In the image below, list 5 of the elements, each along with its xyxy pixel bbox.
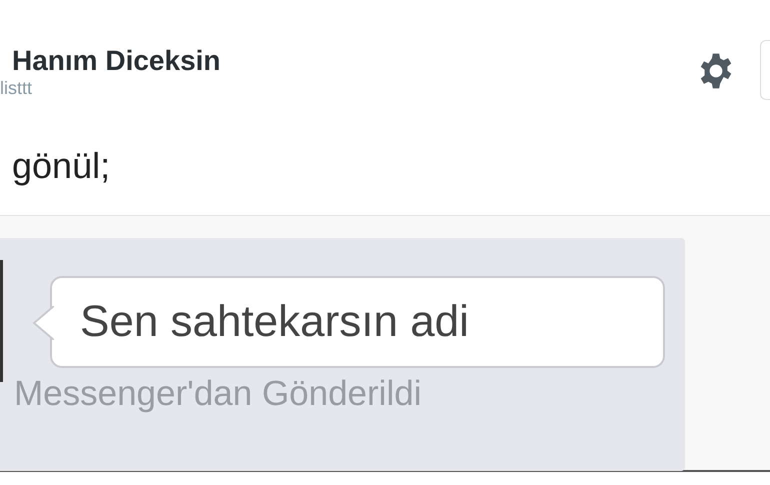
tweet-text: gönül; — [11, 144, 112, 188]
sent-via-label: Messenger'dan Gönderildi — [14, 373, 422, 415]
message-text: Sen sahtekarsın adi — [80, 296, 469, 348]
user-handle: listtt — [0, 78, 34, 100]
author-name[interactable]: Hanım Diceksin — [12, 44, 770, 78]
